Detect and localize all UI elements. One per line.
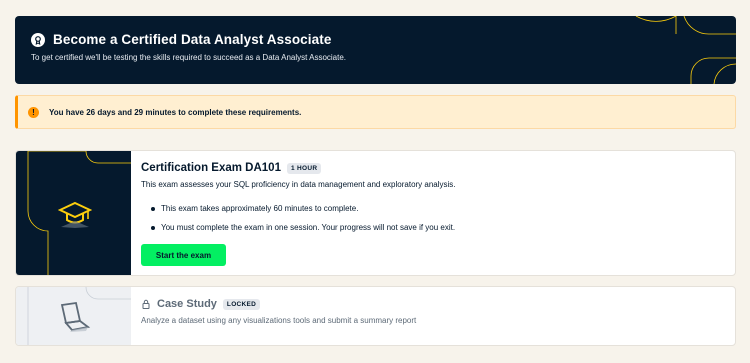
- case-study-thumbnail: [16, 287, 131, 345]
- case-study-title-row: Case Study LOCKED: [141, 298, 261, 310]
- exam-title: Certification Exam DA101: [141, 162, 281, 174]
- deadline-alert-text: You have 26 days and 29 minutes to compl…: [49, 107, 302, 117]
- exam-requirements-list: This exam takes approximately 60 minutes…: [151, 204, 455, 242]
- list-item: You must complete the exam in one sessio…: [151, 223, 455, 242]
- exam-thumbnail: [16, 151, 131, 275]
- banner-decoration: [635, 16, 736, 84]
- start-exam-button[interactable]: Start the exam: [141, 244, 226, 266]
- exam-title-row: Certification Exam DA101 1 HOUR: [141, 162, 322, 174]
- case-study-description: Analyze a dataset using any visualizatio…: [141, 316, 417, 325]
- certification-exam-card: Certification Exam DA101 1 HOUR This exa…: [15, 150, 736, 276]
- case-study-card: Case Study LOCKED Analyze a dataset usin…: [15, 286, 736, 346]
- ribbon-icon: [31, 32, 45, 47]
- duration-badge: 1 HOUR: [286, 162, 322, 174]
- lock-icon: [142, 299, 150, 309]
- list-item: This exam takes approximately 60 minutes…: [151, 204, 455, 223]
- certification-banner: Become a Certified Data Analyst Associat…: [15, 16, 736, 84]
- exam-description: This exam assesses your SQL proficiency …: [141, 180, 456, 189]
- laptop-icon: [60, 301, 91, 332]
- exclamation-icon: !: [28, 106, 39, 118]
- graduation-cap-icon: [58, 201, 92, 228]
- deadline-alert: ! You have 26 days and 29 minutes to com…: [15, 95, 736, 129]
- banner-subtitle: To get certified we'll be testing the sk…: [31, 53, 347, 62]
- case-study-title: Case Study: [157, 298, 217, 310]
- locked-badge: LOCKED: [222, 298, 261, 310]
- banner-title-row: Become a Certified Data Analyst Associat…: [31, 32, 331, 47]
- banner-title: Become a Certified Data Analyst Associat…: [53, 32, 332, 47]
